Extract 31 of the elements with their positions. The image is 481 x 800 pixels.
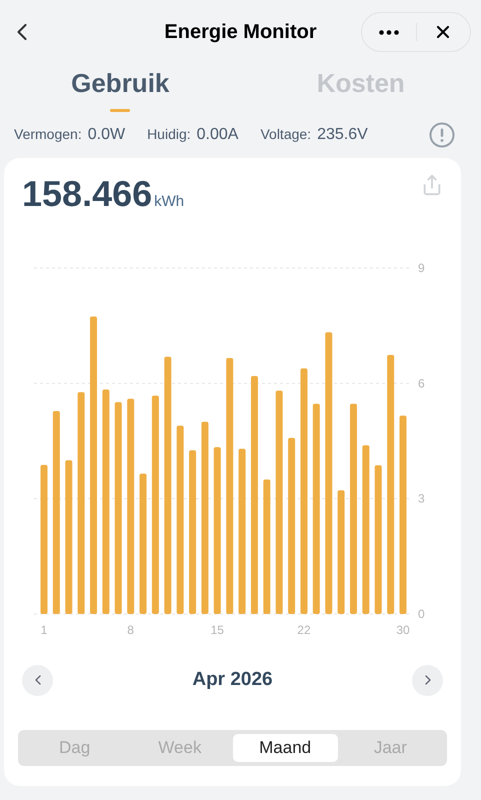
stat-value: 235.6V (317, 125, 368, 145)
axis-tick-label: 0 (418, 606, 425, 620)
range-tab[interactable]: Dag (22, 734, 128, 762)
axis-tick-label: 30 (396, 622, 410, 636)
axis-tick-label: 6 (418, 376, 425, 390)
axis-tick-label: 3 (418, 491, 425, 506)
next-button[interactable] (412, 664, 443, 696)
window-title: Energie Monitor (164, 20, 317, 45)
stat-label: Vermogen: (14, 125, 82, 144)
share-button[interactable] (421, 174, 443, 196)
previous-button[interactable] (22, 664, 53, 696)
stat-label: Huidig: (147, 125, 191, 144)
total-unit: kWh (154, 192, 184, 212)
range-tab[interactable]: Maand (232, 734, 338, 762)
tab-indicator (110, 109, 130, 112)
stat-value: 0.0W (88, 125, 126, 145)
axis-tick-label: 22 (297, 622, 311, 636)
axis-tick-label: 9 (418, 260, 425, 274)
tab[interactable]: Gebruik (71, 64, 170, 103)
axis-tick-label: 15 (210, 622, 224, 636)
info-icon[interactable] (429, 122, 455, 148)
share-icon (421, 174, 443, 196)
axis-tick-label: 8 (127, 622, 134, 636)
period-label: Apr 2026 (191, 668, 274, 692)
range-tab[interactable]: Jaar (338, 734, 443, 762)
stat-label: Voltage: (260, 125, 312, 144)
more-icon (378, 30, 399, 34)
total-value: 158.466 (22, 176, 152, 212)
axis-tick-label: 1 (40, 622, 48, 636)
stat-value: 0.00A (196, 125, 238, 145)
range-tab[interactable]: Week (127, 734, 232, 762)
